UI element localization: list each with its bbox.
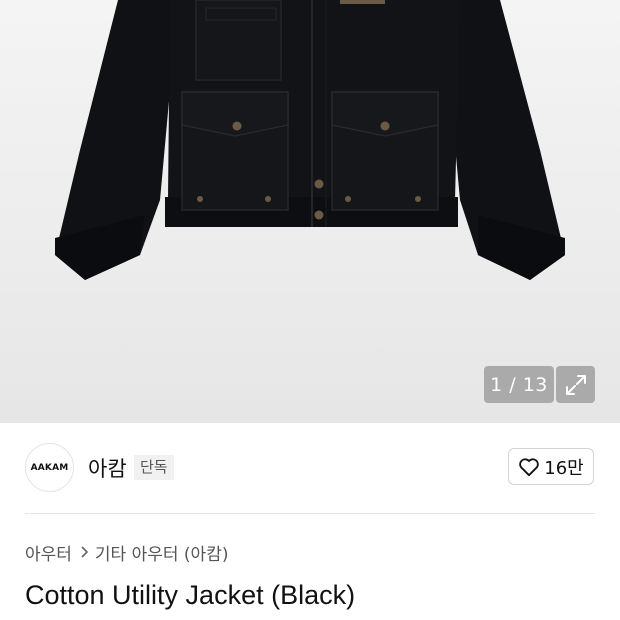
expand-button[interactable] bbox=[556, 366, 595, 403]
brand-name[interactable]: 아캄 bbox=[88, 453, 127, 483]
heart-outline-icon bbox=[519, 457, 540, 476]
product-title: Cotton Utility Jacket (Black) bbox=[25, 580, 356, 610]
like-count: 16만 bbox=[544, 457, 584, 479]
brand-row: AAKAM 아캄 단독 16만 bbox=[0, 423, 620, 513]
image-counter: 1 / 13 bbox=[484, 366, 554, 403]
breadcrumb-category[interactable]: 아우터 bbox=[25, 540, 72, 565]
brand-logo[interactable]: AAKAM bbox=[25, 443, 74, 492]
breadcrumb: 아우터 기타 아우터 (아캄) bbox=[25, 540, 229, 565]
breadcrumb-subcategory[interactable]: 기타 아우터 (아캄) bbox=[95, 540, 229, 565]
product-image-gallery[interactable]: 1 / 13 bbox=[0, 0, 620, 423]
expand-icon bbox=[565, 374, 586, 395]
product-image[interactable] bbox=[0, 0, 620, 423]
chevron-right-icon bbox=[80, 545, 89, 559]
exclusive-badge: 단독 bbox=[134, 455, 174, 480]
divider bbox=[25, 513, 595, 514]
like-button[interactable]: 16만 bbox=[508, 448, 594, 485]
